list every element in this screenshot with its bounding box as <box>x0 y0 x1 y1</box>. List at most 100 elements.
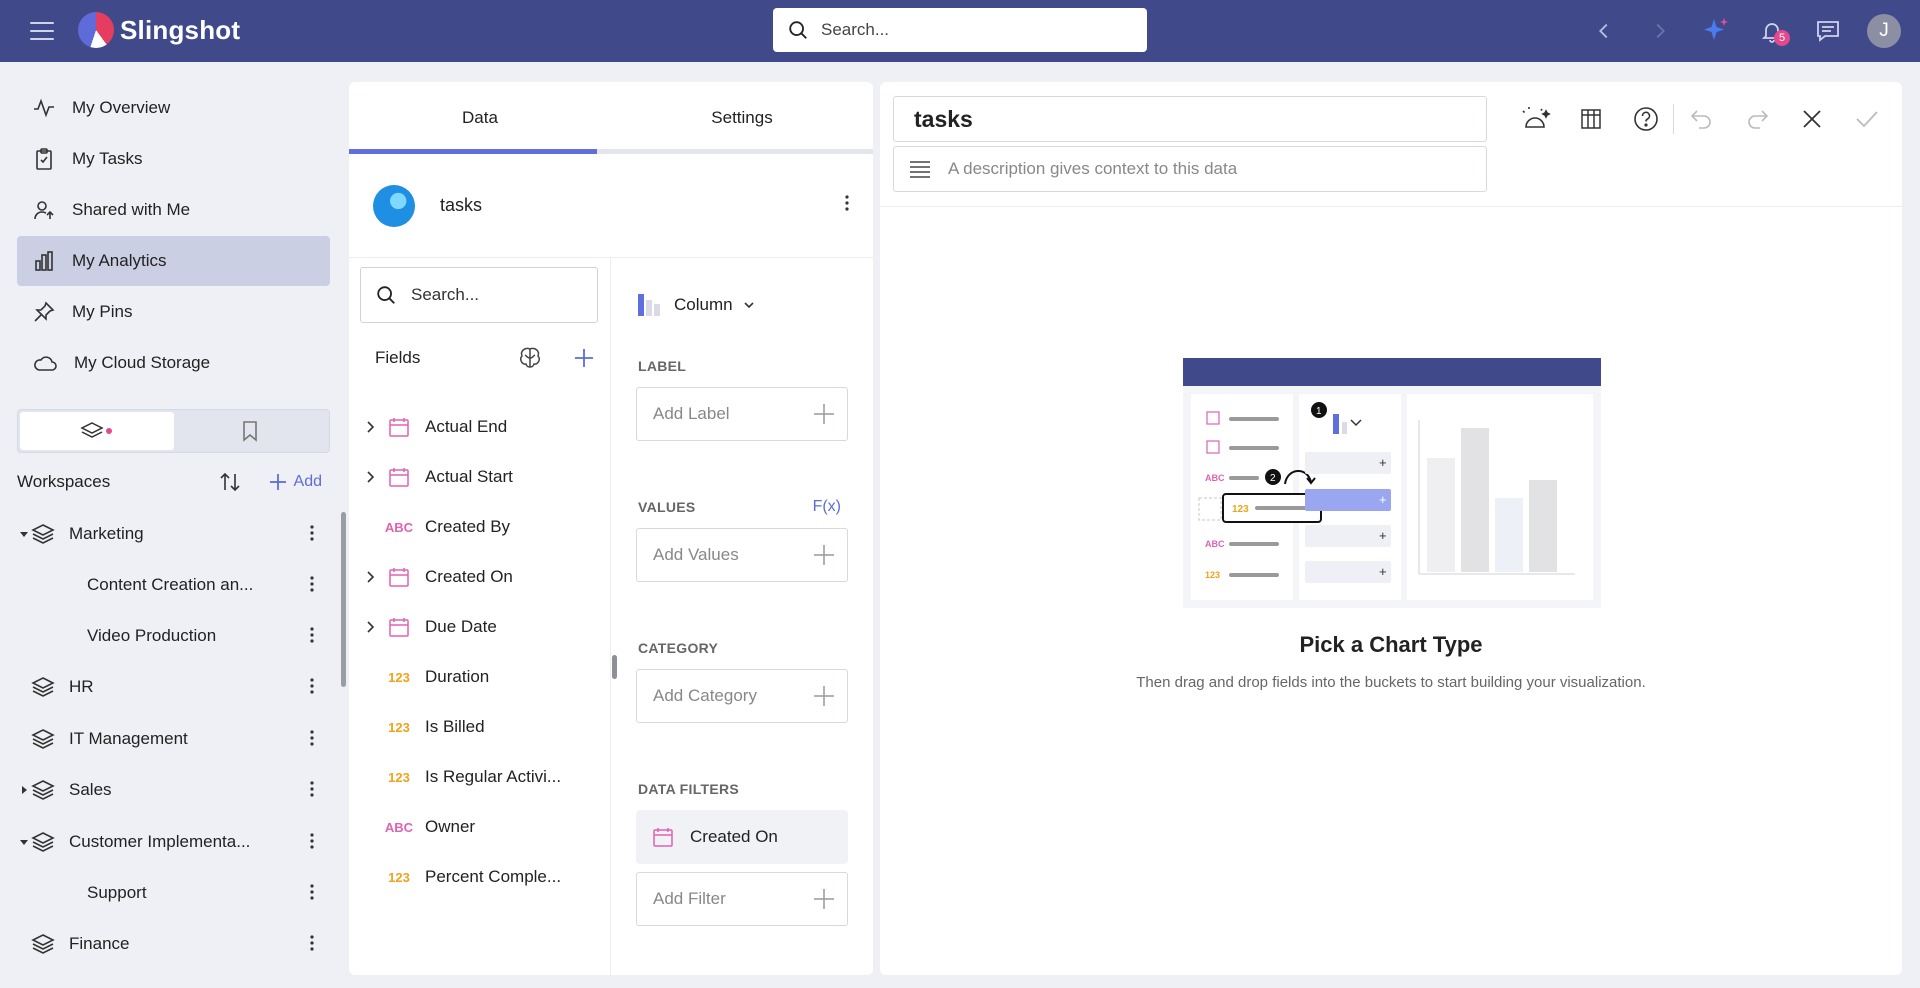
caret-right-icon[interactable] <box>17 785 31 795</box>
datasource-row[interactable]: tasks <box>349 154 873 258</box>
nav-my-pins[interactable]: My Pins <box>17 287 330 337</box>
add-workspace-button[interactable]: Add <box>268 472 322 492</box>
clipboard-check-icon <box>36 148 52 170</box>
forward-button[interactable] <box>1632 0 1688 62</box>
layers-icon <box>80 422 112 438</box>
ai-assistant-button[interactable] <box>1688 0 1744 62</box>
global-search-input[interactable] <box>821 20 1111 40</box>
chevron-right-icon[interactable] <box>349 420 379 434</box>
more-options-icon[interactable] <box>310 934 314 957</box>
field-search[interactable] <box>360 267 598 323</box>
fields-label: Fields <box>375 348 421 367</box>
help-button[interactable] <box>1618 96 1673 142</box>
field-actual-end[interactable]: Actual End <box>349 402 610 452</box>
chart-type-dropdown[interactable]: Column <box>636 292 755 318</box>
workspace-content-creation[interactable]: Content Creation an... <box>17 560 330 610</box>
visualization-theme-button[interactable] <box>1508 96 1563 142</box>
back-button[interactable] <box>1576 0 1632 62</box>
workspace-sales[interactable]: Sales <box>17 765 330 815</box>
chevron-right-icon[interactable] <box>349 470 379 484</box>
field-duration[interactable]: 123 Duration <box>349 652 610 702</box>
field-due-date[interactable]: Due Date <box>349 602 610 652</box>
nav-shared-with-me[interactable]: Shared with Me <box>17 185 330 235</box>
workspace-finance[interactable]: Finance <box>17 919 330 969</box>
more-options-icon[interactable] <box>310 832 314 855</box>
check-icon <box>1855 111 1878 128</box>
tab-bookmarks[interactable] <box>174 412 328 450</box>
workspace-hr[interactable]: HR <box>17 662 330 712</box>
workspace-marketing[interactable]: Marketing <box>17 509 330 559</box>
more-options-icon[interactable] <box>310 524 314 547</box>
text-type-icon: ABC <box>384 819 414 835</box>
formula-button[interactable]: F(x) <box>813 498 841 516</box>
workspace-video-production[interactable]: Video Production <box>17 611 330 661</box>
more-options-icon[interactable] <box>845 194 849 217</box>
workspace-label: Sales <box>69 780 112 799</box>
table-view-button[interactable] <box>1563 96 1618 142</box>
description-input[interactable]: A description gives context to this data <box>893 146 1487 192</box>
add-category-bucket[interactable]: Add Category <box>636 669 848 723</box>
calendar-icon <box>379 616 419 638</box>
hamburger-menu-icon[interactable] <box>30 19 54 43</box>
chat-icon <box>1817 21 1839 42</box>
confirm-button[interactable] <box>1839 96 1894 142</box>
add-label-bucket[interactable]: Add Label <box>636 387 848 441</box>
field-search-input[interactable] <box>411 285 581 305</box>
workspace-it-management[interactable]: IT Management <box>17 714 330 764</box>
visualization-title-input[interactable]: tasks <box>893 96 1487 142</box>
undo-button[interactable] <box>1674 96 1729 142</box>
add-values-bucket[interactable]: Add Values <box>636 528 848 582</box>
chevron-right-icon[interactable] <box>349 570 379 584</box>
workspace-support[interactable]: Support <box>17 868 330 918</box>
add-filter-bucket[interactable]: Add Filter <box>636 872 848 926</box>
visualization-canvas: tasks A description gives context to thi… <box>880 82 1902 975</box>
caret-down-icon[interactable] <box>17 529 31 539</box>
redo-button[interactable] <box>1729 96 1784 142</box>
nav-label: My Cloud Storage <box>74 353 211 372</box>
field-created-by[interactable]: ABC Created By <box>349 502 610 552</box>
more-options-icon[interactable] <box>310 677 314 700</box>
more-options-icon[interactable] <box>310 729 314 752</box>
brain-icon[interactable] <box>517 345 543 371</box>
sidebar-scrollbar[interactable] <box>341 512 346 687</box>
nav-my-tasks[interactable]: My Tasks <box>17 134 330 184</box>
notifications-button[interactable]: 5 <box>1744 0 1800 62</box>
close-button[interactable] <box>1784 96 1839 142</box>
field-label: Actual Start <box>425 467 513 486</box>
tab-workspaces[interactable] <box>20 412 174 450</box>
field-percent-complete[interactable]: 123 Percent Comple... <box>349 852 610 902</box>
layers-icon <box>31 832 55 852</box>
field-created-on[interactable]: Created On <box>349 552 610 602</box>
field-label: Owner <box>425 817 476 836</box>
field-is-regular-activity[interactable]: 123 Is Regular Activi... <box>349 752 610 802</box>
add-field-button[interactable] <box>573 347 595 369</box>
buckets-column: Column LABEL Add Label VALUES F(x) Add V… <box>612 258 873 975</box>
messages-button[interactable] <box>1800 0 1856 62</box>
field-owner[interactable]: ABC Owner <box>349 802 610 852</box>
svg-text:+: + <box>1379 455 1387 470</box>
tab-data[interactable]: Data <box>349 82 611 154</box>
more-options-icon[interactable] <box>310 575 314 598</box>
field-actual-start[interactable]: Actual Start <box>349 452 610 502</box>
panel-resize-handle[interactable] <box>612 655 617 679</box>
sort-button[interactable] <box>218 470 242 494</box>
tab-settings[interactable]: Settings <box>611 82 873 154</box>
weather-sparkle-icon <box>1521 107 1551 128</box>
nav-my-cloud-storage[interactable]: My Cloud Storage <box>17 338 330 388</box>
filter-created-on[interactable]: Created On <box>636 810 848 864</box>
more-options-icon[interactable] <box>310 626 314 649</box>
more-options-icon[interactable] <box>310 883 314 906</box>
search-icon <box>789 21 807 39</box>
chevron-right-icon[interactable] <box>349 620 379 634</box>
workspace-customer-implementation[interactable]: Customer Implementa... <box>17 817 330 867</box>
plus-icon <box>814 686 834 706</box>
nav-my-overview[interactable]: My Overview <box>17 83 330 133</box>
field-is-billed[interactable]: 123 Is Billed <box>349 702 610 752</box>
app-logo[interactable]: Slingshot <box>78 12 240 48</box>
nav-my-analytics[interactable]: My Analytics <box>17 236 330 286</box>
more-options-icon[interactable] <box>310 780 314 803</box>
user-menu-button[interactable]: J <box>1856 0 1912 62</box>
caret-down-icon[interactable] <box>17 837 31 847</box>
global-search[interactable] <box>773 8 1147 52</box>
datasource-name: tasks <box>440 195 483 215</box>
